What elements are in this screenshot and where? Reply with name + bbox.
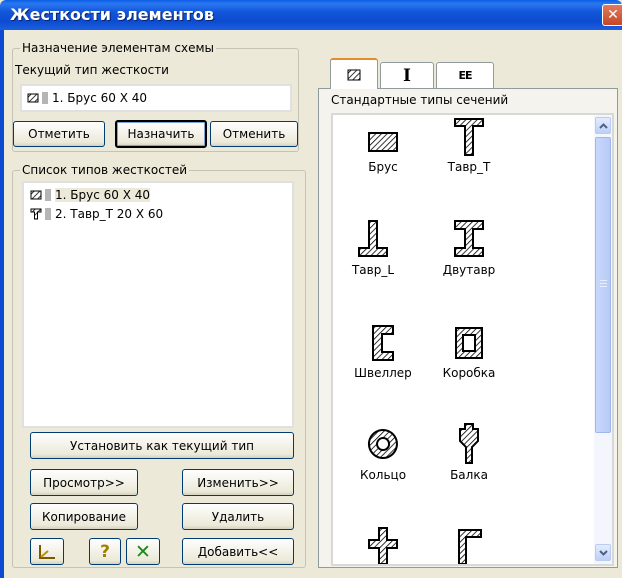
angle-icon	[458, 529, 482, 564]
section-item-ring[interactable]: Кольцо	[343, 425, 423, 482]
copy-button[interactable]: Копирование	[30, 503, 138, 530]
edit-button[interactable]: Изменить>>	[182, 469, 294, 496]
rect-section-icon	[368, 132, 398, 152]
tab-rect-sections[interactable]	[330, 58, 378, 89]
close-button[interactable]: ✕	[602, 4, 622, 26]
list-item[interactable]: 2. Тавр_Т 20 X 60	[30, 206, 163, 222]
help-button[interactable]: ?	[89, 538, 121, 565]
types-list[interactable]: 1. Брус 60 X 40 2. Тавр_Т 20 X 60	[22, 181, 294, 428]
section-label: Швеллер	[354, 366, 412, 380]
section-item-angle[interactable]	[429, 526, 509, 564]
section-item-beam[interactable]: Балка	[429, 421, 509, 482]
section-label: Тавр_Т	[447, 160, 491, 174]
color-swatch	[45, 208, 51, 220]
color-swatch	[42, 92, 48, 104]
current-type-label: Текущий тип жесткости	[15, 63, 169, 77]
scroll-down-button[interactable]	[595, 544, 611, 561]
help-icon: ?	[100, 541, 110, 562]
window-frame	[0, 30, 4, 578]
mark-button[interactable]: Отметить	[13, 121, 105, 147]
channel-icon	[372, 325, 394, 361]
rect-section-icon	[30, 190, 42, 200]
current-type-value: 1. Брус 60 X 40	[52, 91, 148, 105]
sections-gallery[interactable]: Брус Тавр_Т Тавр_L Двутавр Швеллер Короб…	[331, 113, 614, 566]
set-current-button[interactable]: Установить как текущий тип	[30, 432, 294, 459]
section-item-tee-l[interactable]: Тавр_L	[333, 218, 413, 277]
chart-axis-icon	[39, 544, 55, 559]
tab-i-beam[interactable]: I	[380, 62, 434, 88]
color-swatch	[45, 189, 51, 201]
add-button[interactable]: Добавить<<	[182, 538, 294, 565]
cancel-assign-button[interactable]: Отменить	[210, 121, 298, 147]
rect-section-icon	[27, 93, 39, 103]
tee-section-icon	[30, 208, 42, 220]
rect-section-icon	[347, 69, 361, 80]
current-type-field[interactable]: 1. Брус 60 X 40	[20, 84, 292, 112]
panel-subtitle: Стандартные типы сечений	[331, 93, 509, 107]
assign-legend: Назначение элементам схемы	[20, 41, 217, 55]
section-label: Брус	[368, 160, 398, 174]
chevron-down-icon	[598, 549, 608, 556]
section-item-box[interactable]: Коробка	[429, 323, 509, 380]
tab-ee[interactable]: EE	[436, 62, 494, 88]
section-label: Коробка	[442, 366, 496, 380]
delete-button[interactable]: Удалить	[182, 503, 294, 530]
tee-l-icon	[358, 220, 388, 257]
tee-t-icon	[454, 118, 484, 156]
section-label: Кольцо	[359, 468, 407, 482]
cancel-x-button[interactable]: ✕	[126, 538, 160, 565]
list-item[interactable]: 1. Брус 60 X 40	[30, 187, 151, 203]
scroll-thumb[interactable]	[595, 137, 611, 433]
section-item-rect[interactable]: Брус	[343, 125, 423, 174]
assign-button[interactable]: Назначить	[115, 120, 207, 148]
ring-icon	[367, 429, 398, 459]
scroll-up-button[interactable]	[595, 117, 611, 134]
section-label: Тавр_L	[351, 263, 395, 277]
section-label: Балка	[450, 468, 488, 482]
box-icon	[455, 327, 483, 359]
i-beam-icon	[454, 220, 484, 257]
types-list-legend: Список типов жесткостей	[20, 163, 190, 177]
cross-icon	[368, 527, 398, 564]
title-bar: Жесткости элементов ✕	[0, 0, 622, 30]
section-label: Двутавр	[442, 263, 496, 277]
section-item-tee-t[interactable]: Тавр_Т	[429, 115, 509, 174]
section-item-cross[interactable]	[343, 526, 423, 564]
section-item-i-beam[interactable]: Двутавр	[429, 218, 509, 277]
i-beam-icon: I	[403, 65, 411, 86]
section-item-channel[interactable]: Швеллер	[343, 323, 423, 380]
scrollbar[interactable]	[594, 115, 612, 564]
cancel-x-icon: ✕	[135, 540, 151, 563]
list-item-label: 2. Тавр_Т 20 X 60	[55, 207, 164, 221]
window-title: Жесткости элементов	[10, 5, 215, 24]
chart-axis-button[interactable]	[30, 538, 64, 565]
beam-icon	[459, 423, 479, 464]
chevron-up-icon	[598, 122, 608, 129]
list-item-label: 1. Брус 60 X 40	[55, 188, 151, 202]
view-button[interactable]: Просмотр>>	[30, 469, 138, 496]
ee-icon: EE	[458, 69, 472, 82]
